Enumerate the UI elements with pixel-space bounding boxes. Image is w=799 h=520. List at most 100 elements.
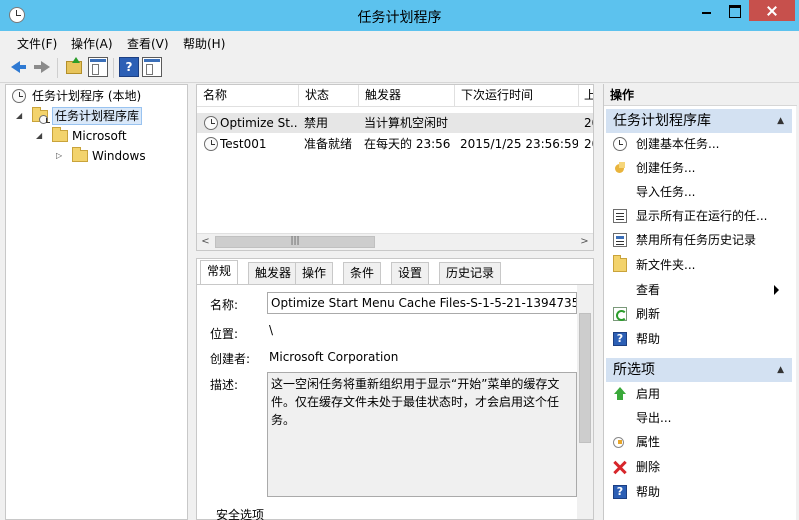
action-label: 属性: [636, 435, 661, 449]
tab-settings[interactable]: 设置: [391, 262, 430, 284]
action-view[interactable]: 查看: [604, 278, 797, 302]
folder-icon: [613, 255, 627, 272]
menu-action[interactable]: 操作(A): [71, 35, 113, 52]
history-icon: [613, 233, 627, 247]
scrollbar-thumb[interactable]: |||: [215, 236, 375, 248]
expand-triangle-icon[interactable]: ◢: [16, 107, 26, 125]
tree-item-library[interactable]: ◢ 任务计划程序库: [12, 107, 182, 125]
table-row[interactable]: Test001 准备就绪 在每天的 23:56 2015/1/25 23:56:…: [197, 134, 593, 154]
column-header-name[interactable]: 名称: [197, 85, 299, 107]
collapse-arrow-icon[interactable]: ▲: [777, 358, 784, 382]
task-name: Optimize St...: [220, 116, 298, 130]
action-refresh[interactable]: 刷新: [604, 302, 797, 326]
forward-arrow-icon[interactable]: [32, 57, 52, 77]
action-label: 删除: [636, 460, 661, 474]
action-create-basic-task[interactable]: 创建基本任务...: [604, 132, 797, 156]
action-label: 显示所有正在运行的任...: [636, 209, 768, 223]
action-import-task[interactable]: 导入任务...: [604, 180, 797, 204]
scrollbar-thumb[interactable]: [579, 313, 591, 443]
window-title: 任务计划程序: [357, 10, 442, 26]
tree-item-root[interactable]: 任务计划程序 (本地): [12, 87, 182, 105]
action-label: 导出...: [636, 411, 672, 425]
description-label: 描述:: [210, 378, 239, 392]
clock-icon: [204, 137, 218, 151]
actions-pane: 操作 任务计划程序库 ▲ 创建基本任务... 创建任务... 导入任务... 显…: [603, 84, 797, 520]
menu-view[interactable]: 查看(V): [127, 35, 169, 52]
tree-item-label: 任务计划程序库: [52, 107, 143, 125]
task-name: Test001: [220, 137, 267, 151]
column-header-trigger[interactable]: 触发器: [359, 85, 455, 107]
minimize-button[interactable]: [693, 0, 720, 21]
clock-icon: [204, 116, 218, 130]
tab-history[interactable]: 历史记录: [439, 262, 502, 284]
collapsed-triangle-icon[interactable]: ▷: [56, 147, 66, 165]
scroll-right-arrow-icon[interactable]: >: [576, 234, 593, 250]
task-last-run: 20: [584, 116, 593, 130]
tree-item-windows[interactable]: ▷ Windows: [12, 147, 182, 165]
submenu-arrow-icon: [774, 285, 779, 295]
action-label: 帮助: [636, 332, 661, 346]
action-label: 创建基本任务...: [636, 137, 720, 151]
show-hide-action-pane-icon[interactable]: [142, 57, 162, 77]
console-tree: 任务计划程序 (本地) ◢ 任务计划程序库 ◢ Microsoft ▷ Wind…: [5, 84, 188, 520]
task-status: 禁用: [304, 116, 329, 130]
author-label: 创建者:: [210, 352, 251, 366]
tab-triggers[interactable]: 触发器: [248, 262, 299, 284]
scroll-left-arrow-icon[interactable]: <: [197, 234, 214, 250]
tree-item-microsoft[interactable]: ◢ Microsoft: [12, 127, 182, 145]
clock-icon: [12, 89, 26, 103]
toolbar-separator: [113, 58, 114, 78]
action-help-selected[interactable]: ? 帮助: [604, 480, 797, 504]
properties-icon: [613, 437, 624, 448]
tab-general[interactable]: 常规: [200, 260, 239, 285]
action-export[interactable]: 导出...: [604, 406, 797, 430]
tab-conditions[interactable]: 条件: [343, 262, 382, 284]
close-button[interactable]: [749, 0, 795, 21]
action-label: 查看: [636, 283, 661, 297]
author-value: Microsoft Corporation: [269, 350, 399, 364]
action-label: 创建任务...: [636, 161, 696, 175]
help-icon: ?: [613, 332, 627, 346]
action-new-folder[interactable]: 新文件夹...: [604, 253, 797, 277]
location-value: \: [269, 323, 274, 337]
description-field[interactable]: 这一空闲任务将重新组织用于显示“开始”菜单的缓存文件。仅在缓存文件未处于最佳状态…: [267, 372, 577, 497]
action-delete[interactable]: 删除: [604, 455, 797, 479]
vertical-scrollbar[interactable]: [577, 285, 593, 519]
section-selected-item[interactable]: 所选项 ▲: [606, 358, 792, 382]
action-label: 帮助: [636, 485, 661, 499]
menu-help[interactable]: 帮助(H): [183, 35, 225, 52]
help-icon: ?: [613, 485, 627, 499]
expand-triangle-icon[interactable]: ◢: [36, 127, 46, 145]
horizontal-scrollbar[interactable]: < ||| >: [197, 233, 593, 250]
tree-item-label: Windows: [92, 149, 146, 163]
column-header-next-run[interactable]: 下次运行时间: [455, 85, 579, 107]
action-display-running-tasks[interactable]: 显示所有正在运行的任...: [604, 204, 797, 228]
action-help[interactable]: ? 帮助: [604, 327, 797, 351]
collapse-arrow-icon[interactable]: ▲: [777, 109, 784, 133]
column-header-last-run[interactable]: 上: [579, 85, 593, 107]
actions-header: 操作: [604, 84, 797, 106]
folder-icon: [72, 147, 88, 162]
action-properties[interactable]: 属性: [604, 430, 797, 454]
action-disable-history[interactable]: 禁用所有任务历史记录: [604, 228, 797, 252]
tab-actions[interactable]: 操作: [295, 262, 334, 284]
back-arrow-icon[interactable]: [9, 57, 29, 77]
action-create-task[interactable]: 创建任务...: [604, 156, 797, 180]
maximize-button[interactable]: [721, 0, 748, 21]
column-header-status[interactable]: 状态: [299, 85, 359, 107]
folder-clock-icon: [32, 107, 50, 124]
task-last-run: 20: [584, 137, 593, 151]
show-hide-console-tree-icon[interactable]: [88, 57, 108, 77]
table-row[interactable]: Optimize St... 禁用 当计算机空闲时 20: [197, 113, 593, 133]
basic-task-icon: [613, 137, 627, 151]
help-icon[interactable]: ?: [119, 57, 139, 77]
up-folder-icon[interactable]: [66, 57, 82, 74]
tree-item-label: Microsoft: [72, 129, 127, 143]
menu-file[interactable]: 文件(F): [17, 35, 57, 52]
menu-bar: 文件(F) 操作(A) 查看(V) 帮助(H): [0, 31, 799, 53]
location-label: 位置:: [210, 327, 239, 341]
section-task-library[interactable]: 任务计划程序库 ▲: [606, 109, 792, 133]
action-label: 禁用所有任务历史记录: [636, 233, 757, 247]
action-enable[interactable]: 启用: [604, 382, 797, 406]
name-field[interactable]: Optimize Start Menu Cache Files-S-1-5-21…: [267, 292, 577, 314]
